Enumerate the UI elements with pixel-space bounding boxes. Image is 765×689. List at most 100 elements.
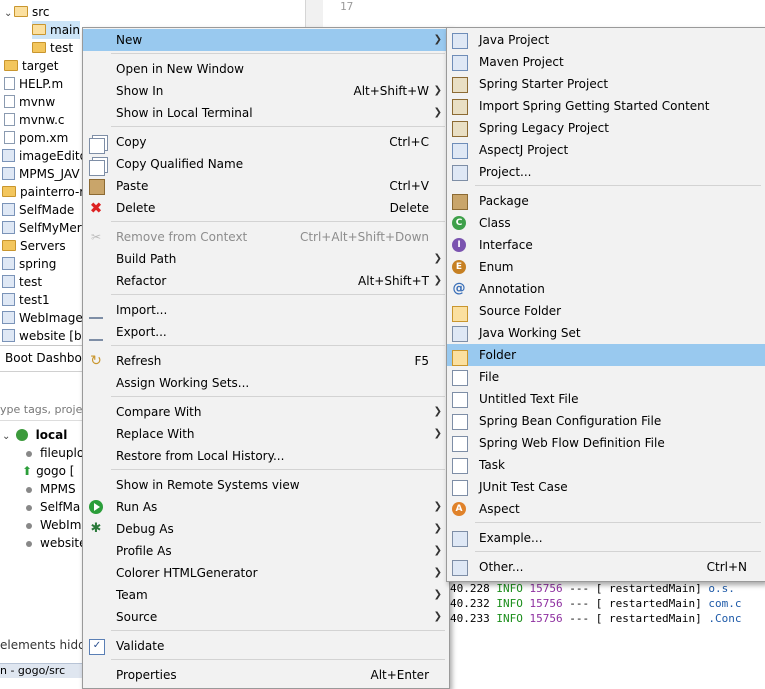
log-class: com.c (708, 597, 742, 610)
menu-item-refresh[interactable]: ↻ Refresh F5 (83, 350, 449, 372)
menu-item-colorer-htmlgenerator[interactable]: Colorer HTMLGenerator ❯ (83, 562, 449, 584)
menu-item-properties[interactable]: Properties Alt+Enter (83, 664, 449, 686)
menu-item-label: Validate (116, 639, 165, 653)
menu-item-import[interactable]: Import... (83, 299, 449, 321)
log-level: INFO (496, 582, 523, 595)
menu-item-task[interactable]: Task (447, 454, 765, 476)
menu-item-enum[interactable]: E Enum (447, 256, 765, 278)
menu-item-project[interactable]: Project... (447, 161, 765, 183)
working-set-icon (452, 326, 468, 342)
menu-item-team[interactable]: Team ❯ (83, 584, 449, 606)
stopped-dot-icon (26, 540, 32, 547)
menu-item-shortcut: Ctrl+Alt+Shift+Down (299, 230, 429, 244)
boot-app-item[interactable]: WebIm (26, 516, 81, 534)
explorer-item[interactable]: MPMS_JAV (2, 165, 80, 183)
menu-item-annotation[interactable]: @ Annotation (447, 278, 765, 300)
boot-dashboard-tab[interactable]: Boot Dashboa (0, 345, 88, 372)
explorer-item[interactable]: Servers (2, 237, 66, 255)
menu-item-run-as[interactable]: Run As ❯ (83, 496, 449, 518)
menu-item-paste[interactable]: Paste Ctrl+V (83, 175, 449, 197)
explorer-item[interactable]: SelfMyMer (2, 219, 82, 237)
remove-context-icon: ✂ (90, 230, 102, 244)
explorer-item[interactable]: mvnw.c (4, 111, 65, 129)
explorer-item[interactable]: website [b (2, 327, 82, 345)
chevron-down-icon[interactable]: ⌄ (2, 428, 12, 446)
explorer-item[interactable]: painterro-r (2, 183, 84, 201)
menu-item-spring-bean-configuration-file[interactable]: Spring Bean Configuration File (447, 410, 765, 432)
menu-item-debug-as[interactable]: ✱ Debug As ❯ (83, 518, 449, 540)
boot-app-label: SelfMa (40, 500, 81, 514)
menu-item-export[interactable]: Export... (83, 321, 449, 343)
menu-item-java-project[interactable]: Java Project (447, 29, 765, 51)
menu-item-label: Class (479, 216, 511, 230)
menu-item-spring-starter-project[interactable]: Spring Starter Project (447, 73, 765, 95)
menu-item-spring-legacy-project[interactable]: Spring Legacy Project (447, 117, 765, 139)
explorer-item[interactable]: mvnw (4, 93, 55, 111)
project-icon (2, 203, 15, 216)
explorer-item-label: SelfMyMer (19, 221, 82, 235)
menu-item-delete[interactable]: ✖ Delete Delete (83, 197, 449, 219)
menu-item-copy[interactable]: Copy Ctrl+C (83, 131, 449, 154)
menu-item-java-working-set[interactable]: Java Working Set (447, 322, 765, 344)
menu-item-maven-project[interactable]: Maven Project (447, 51, 765, 73)
menu-item-validate[interactable]: ✓ Validate (83, 635, 449, 657)
menu-item-show-in-local-terminal[interactable]: Show in Local Terminal ❯ (83, 102, 449, 124)
menu-item-show-in-remote-systems-view[interactable]: Show in Remote Systems view (83, 474, 449, 496)
menu-item-restore-from-local-history[interactable]: Restore from Local History... (83, 445, 449, 467)
menu-item-interface[interactable]: I Interface (447, 234, 765, 256)
aspectj-project-icon (452, 143, 468, 159)
menu-item-show-in[interactable]: Show In Alt+Shift+W ❯ (83, 80, 449, 102)
explorer-item[interactable]: ⌄ src (4, 3, 50, 21)
explorer-item[interactable]: SelfMade (2, 201, 74, 219)
menu-item-compare-with[interactable]: Compare With ❯ (83, 401, 449, 423)
menu-item-profile-as[interactable]: Profile As ❯ (83, 540, 449, 562)
explorer-item-label: pom.xm (19, 131, 69, 145)
boot-app-item[interactable]: website (26, 534, 87, 552)
boot-dashboard-filter-input[interactable]: ype tags, projec (0, 400, 83, 421)
menu-item-open-in-new-window[interactable]: Open in New Window (83, 58, 449, 80)
menu-item-import-spring-getting-started-content[interactable]: Import Spring Getting Started Content (447, 95, 765, 117)
menu-item-label: Copy Qualified Name (116, 157, 244, 171)
menu-item-junit-test-case[interactable]: JUnit Test Case (447, 476, 765, 498)
menu-item-folder[interactable]: Folder (447, 344, 765, 366)
menu-item-example[interactable]: Example... (447, 527, 765, 549)
explorer-item[interactable]: test (32, 39, 73, 57)
explorer-item[interactable]: WebImage (2, 309, 83, 327)
explorer-item[interactable]: target (4, 57, 59, 75)
menu-item-build-path[interactable]: Build Path ❯ (83, 248, 449, 270)
explorer-item[interactable]: test (2, 273, 42, 291)
menu-item-new[interactable]: New ❯ (83, 29, 449, 51)
boot-app-item[interactable]: SelfMa (26, 498, 80, 516)
menu-item-refactor[interactable]: Refactor Alt+Shift+T ❯ (83, 270, 449, 292)
explorer-item[interactable]: spring (2, 255, 56, 273)
menu-item-aspectj-project[interactable]: AspectJ Project (447, 139, 765, 161)
log-class: o.s. (708, 582, 735, 595)
folder-icon (4, 60, 18, 71)
menu-item-other[interactable]: Other... Ctrl+N (447, 556, 765, 578)
explorer-item[interactable]: pom.xm (4, 129, 68, 147)
menu-item-spring-web-flow-definition-file[interactable]: Spring Web Flow Definition File (447, 432, 765, 454)
boot-app-item[interactable]: MPMS (26, 480, 76, 498)
explorer-item[interactable]: test1 (2, 291, 50, 309)
local-target[interactable]: ⌄ local (2, 426, 67, 444)
menu-item-replace-with[interactable]: Replace With ❯ (83, 423, 449, 445)
validate-check-icon: ✓ (89, 639, 105, 655)
menu-item-class[interactable]: C Class (447, 212, 765, 234)
explorer-item[interactable]: main (32, 21, 80, 39)
menu-item-untitled-text-file[interactable]: Untitled Text File (447, 388, 765, 410)
boot-app-item[interactable]: ⬆ gogo [ (22, 462, 74, 480)
menu-item-copy-qualified-name[interactable]: Copy Qualified Name (83, 153, 449, 176)
menu-item-aspect[interactable]: A Aspect (447, 498, 765, 520)
menu-item-file[interactable]: File (447, 366, 765, 388)
menu-item-package[interactable]: Package (447, 190, 765, 212)
menu-item-label: Paste (116, 179, 149, 193)
menu-separator (475, 551, 761, 552)
explorer-item[interactable]: HELP.m (4, 75, 63, 93)
menu-item-assign-working-sets[interactable]: Assign Working Sets... (83, 372, 449, 394)
explorer-item[interactable]: imageEdito (2, 147, 87, 165)
menu-item-source-folder[interactable]: Source Folder (447, 300, 765, 322)
menu-item-source[interactable]: Source ❯ (83, 606, 449, 628)
boot-app-item[interactable]: fileuplo (26, 444, 84, 462)
menu-item-label: Import... (116, 303, 168, 317)
chevron-down-icon[interactable]: ⌄ (4, 5, 14, 23)
